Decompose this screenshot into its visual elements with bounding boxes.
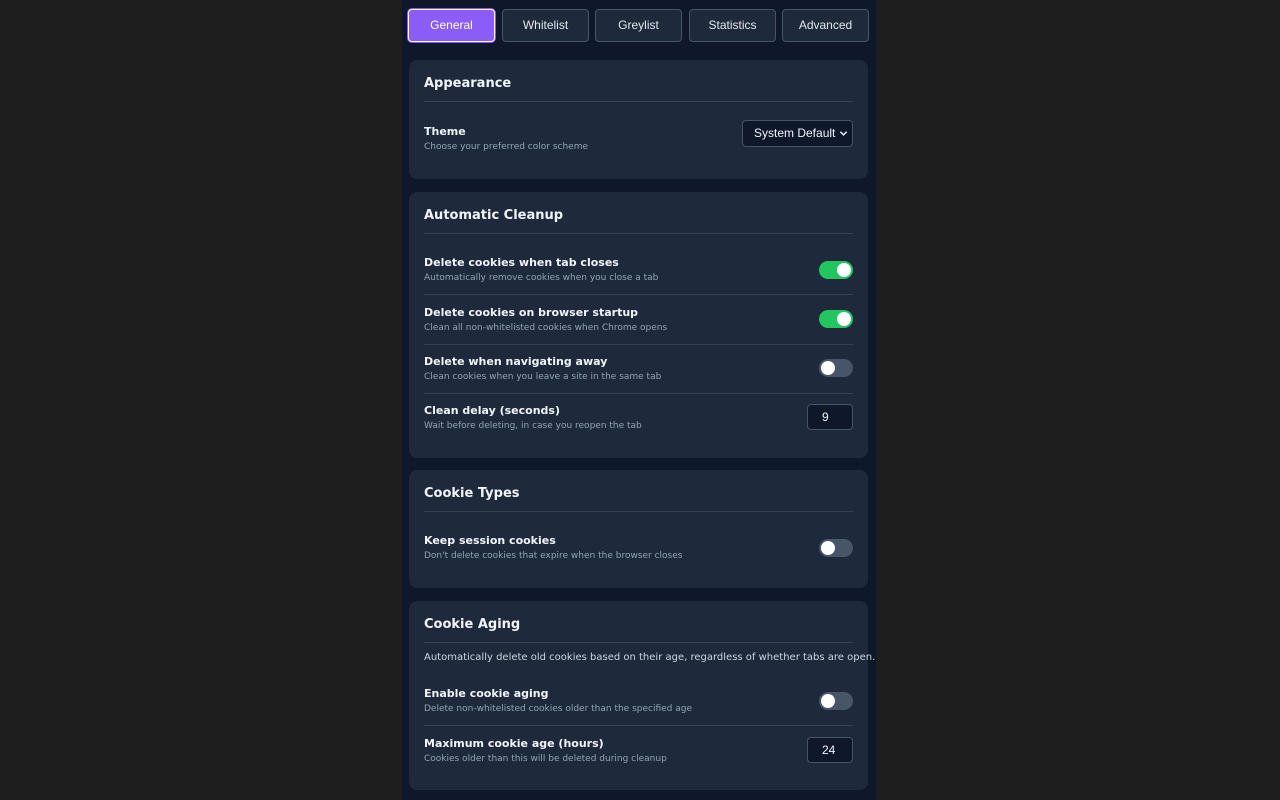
clean-delay-setting: Clean delay (seconds) Wait before deleti…: [424, 393, 853, 442]
options-page: General Whitelist Greylist Statistics Ad…: [402, 0, 876, 800]
setting-description: Clean cookies when you leave a site in t…: [424, 372, 662, 382]
setting-description: Cookies older than this will be deleted …: [424, 754, 667, 764]
setting-description: Clean all non-whitelisted cookies when C…: [424, 323, 668, 333]
section-divider: [424, 233, 853, 234]
toggle-knob: [837, 312, 851, 326]
navigate-setting: Delete when navigating away Clean cookie…: [424, 344, 853, 393]
cookie-types-section: Cookie Types Keep session cookies Don't …: [409, 470, 868, 588]
section-divider: [424, 511, 853, 512]
section-divider: [424, 101, 853, 102]
chevron-down-icon: [839, 131, 848, 136]
setting-label: Delete cookies when tab closes: [424, 256, 619, 269]
setting-description: Wait before deleting, in case you reopen…: [424, 421, 642, 431]
setting-label: Keep session cookies: [424, 534, 556, 547]
setting-label: Enable cookie aging: [424, 687, 549, 700]
max-age-input[interactable]: [807, 737, 853, 763]
setting-label: Delete cookies on browser startup: [424, 306, 639, 319]
toggle-knob: [837, 263, 851, 277]
section-title: Cookie Types: [424, 486, 520, 501]
tab-statistics[interactable]: Statistics: [689, 9, 776, 42]
toggle-knob: [821, 694, 835, 708]
startup-setting: Delete cookies on browser startup Clean …: [424, 294, 853, 343]
setting-description: Automatically remove cookies when you cl…: [424, 273, 659, 283]
session-cookies-setting: Keep session cookies Don't delete cookie…: [424, 534, 853, 582]
section-title: Appearance: [424, 76, 512, 91]
setting-description: Choose your preferred color scheme: [424, 142, 589, 152]
setting-label: Theme: [424, 125, 466, 138]
tab-general[interactable]: General: [408, 9, 495, 42]
startup-toggle[interactable]: [819, 310, 853, 328]
theme-setting: Theme Choose your preferred color scheme…: [424, 120, 853, 173]
section-title: Cookie Aging: [424, 617, 521, 632]
max-age-setting: Maximum cookie age (hours) Cookies older…: [424, 725, 853, 774]
automatic-cleanup-section: Automatic Cleanup Delete cookies when ta…: [409, 192, 868, 458]
cookie-aging-section: Cookie Aging Automatically delete old co…: [409, 601, 875, 790]
section-divider: [424, 642, 853, 643]
theme-select-value: System Default: [754, 126, 836, 140]
tab-advanced[interactable]: Advanced: [782, 9, 869, 42]
setting-description: Delete non-whitelisted cookies older tha…: [424, 704, 693, 714]
section-title: Automatic Cleanup: [424, 208, 564, 223]
tab-greylist[interactable]: Greylist: [595, 9, 682, 42]
navigate-toggle[interactable]: [819, 359, 853, 377]
tab-bar: General Whitelist Greylist Statistics Ad…: [408, 9, 870, 42]
clean-delay-input[interactable]: [807, 404, 853, 430]
tab-close-toggle[interactable]: [819, 261, 853, 279]
section-intro: Automatically delete old cookies based o…: [424, 652, 876, 663]
setting-label: Maximum cookie age (hours): [424, 737, 604, 750]
toggle-knob: [821, 541, 835, 555]
appearance-section: Appearance Theme Choose your preferred c…: [409, 60, 868, 179]
toggle-knob: [821, 361, 835, 375]
tab-whitelist[interactable]: Whitelist: [502, 9, 589, 42]
setting-label: Delete when navigating away: [424, 355, 608, 368]
theme-select[interactable]: System Default: [742, 120, 853, 147]
setting-label: Clean delay (seconds): [424, 404, 560, 417]
setting-description: Don't delete cookies that expire when th…: [424, 551, 683, 561]
session-cookies-toggle[interactable]: [819, 539, 853, 557]
enable-aging-toggle[interactable]: [819, 692, 853, 710]
